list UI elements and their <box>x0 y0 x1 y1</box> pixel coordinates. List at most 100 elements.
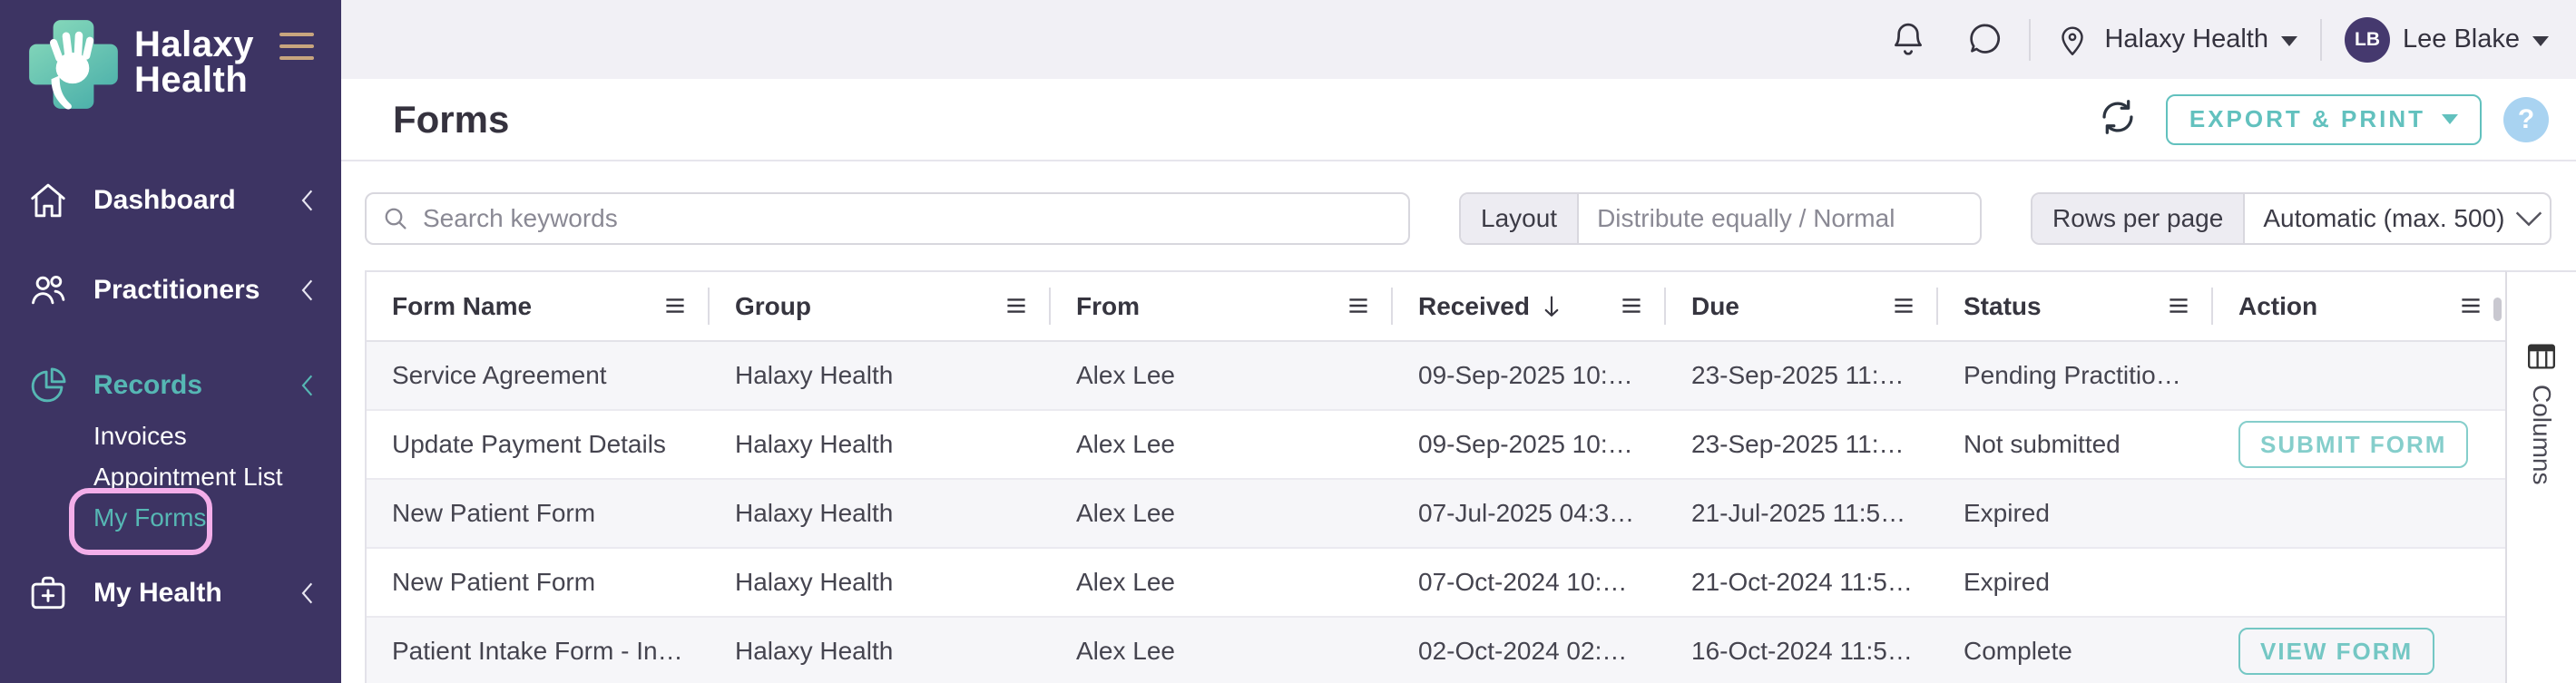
practice-selector[interactable]: Halaxy Health <box>2053 21 2297 59</box>
export-print-label: EXPORT & PRINT <box>2189 105 2425 133</box>
column-label: Received <box>1418 292 1530 321</box>
column-menu-icon[interactable] <box>1005 292 1027 321</box>
sidebar-item-label: Dashboard <box>93 185 299 216</box>
column-label: Action <box>2238 292 2317 321</box>
table-row[interactable]: Patient Intake Form - Initial C... Halax… <box>367 618 2505 683</box>
home-icon <box>27 180 69 221</box>
location-pin-icon <box>2053 21 2091 59</box>
cell-status: Complete <box>1938 637 2213 666</box>
search-input[interactable] <box>423 204 1394 233</box>
user-menu[interactable]: LB Lee Blake <box>2345 17 2549 63</box>
page-title: Forms <box>393 98 509 141</box>
cell-due: 16-Oct-2024 11:59 pm <box>1666 637 1938 666</box>
records-pie-icon <box>27 365 69 406</box>
cell-action: SUBMIT FORM <box>2213 421 2505 468</box>
cell-group: Halaxy Health <box>710 430 1051 459</box>
columns-grid-icon <box>2527 343 2556 370</box>
column-header-status[interactable]: Status <box>1938 272 2213 340</box>
export-print-button[interactable]: EXPORT & PRINT <box>2166 94 2482 145</box>
forms-table: Form Name Group From Received Due <box>365 270 2505 683</box>
column-menu-icon[interactable] <box>1621 292 1642 321</box>
practitioners-people-icon <box>27 269 69 311</box>
column-menu-icon[interactable] <box>2168 292 2189 321</box>
cell-from: Alex Lee <box>1051 499 1393 528</box>
sidebar-item-label: Appointment List <box>93 463 283 492</box>
chevron-left-icon <box>299 373 314 398</box>
column-menu-icon[interactable] <box>2460 292 2482 321</box>
columns-rail-toggle[interactable]: Columns <box>2505 270 2576 683</box>
column-label: Form Name <box>392 292 532 321</box>
column-header-group[interactable]: Group <box>710 272 1051 340</box>
column-header-action[interactable]: Action <box>2213 272 2505 340</box>
sidebar-item-dashboard[interactable]: Dashboard <box>0 174 341 227</box>
halaxy-logo-icon[interactable] <box>22 13 125 116</box>
column-menu-icon[interactable] <box>1893 292 1915 321</box>
table-row[interactable]: New Patient Form Halaxy Health Alex Lee … <box>367 549 2505 618</box>
brand-name: Halaxy Health <box>134 27 254 98</box>
header-actions: EXPORT & PRINT ? <box>2097 94 2549 145</box>
layout-input[interactable] <box>1597 204 1962 233</box>
topbar-divider <box>2029 19 2031 61</box>
layout-label: Layout <box>1461 194 1579 243</box>
column-label: Due <box>1691 292 1739 321</box>
layout-control: Layout <box>1459 192 1982 245</box>
refresh-icon[interactable] <box>2097 96 2139 142</box>
sidebar-item-records[interactable]: Records <box>0 359 341 412</box>
sidebar-item-label: My Forms <box>93 503 206 532</box>
column-label: Status <box>1964 292 2042 321</box>
cell-form-name: Update Payment Details <box>367 430 710 459</box>
column-menu-icon[interactable] <box>1347 292 1369 321</box>
chevron-down-icon <box>2281 36 2297 46</box>
sidebar-item-my-health[interactable]: My Health <box>0 567 341 620</box>
view-form-button[interactable]: VIEW FORM <box>2238 628 2434 675</box>
sidebar-item-appointment-list[interactable]: Appointment List <box>0 456 341 497</box>
table-row[interactable]: Update Payment Details Halaxy Health Ale… <box>367 411 2505 480</box>
brand-block: Halaxy Health <box>0 0 341 116</box>
rows-per-page-value: Automatic (max. 500) <box>2263 204 2504 233</box>
cell-due: 23-Sep-2025 11:59 pm <box>1666 430 1938 459</box>
search-box <box>365 192 1410 245</box>
main-area: Halaxy Health LB Lee Blake Forms EXPORT … <box>341 0 2576 683</box>
chevron-left-icon <box>299 278 314 303</box>
sidebar-item-label: Practitioners <box>93 275 299 306</box>
cell-due: 23-Sep-2025 11:59 pm <box>1666 361 1938 390</box>
sort-desc-arrow-icon <box>1543 294 1561 319</box>
cell-from: Alex Lee <box>1051 637 1393 666</box>
table-controls: Layout Rows per page Automatic (max. 500… <box>341 161 2576 270</box>
rows-per-page-control[interactable]: Rows per page Automatic (max. 500) <box>2031 192 2552 245</box>
chevron-left-icon <box>299 188 314 213</box>
cell-from: Alex Lee <box>1051 430 1393 459</box>
sidebar-item-invoices[interactable]: Invoices <box>0 415 341 456</box>
table-row[interactable]: New Patient Form Halaxy Health Alex Lee … <box>367 480 2505 549</box>
cell-status: Pending Practitioner <box>1938 361 2213 390</box>
rows-per-page-label: Rows per page <box>2032 194 2245 243</box>
column-header-form-name[interactable]: Form Name <box>367 272 710 340</box>
column-header-received[interactable]: Received <box>1393 272 1666 340</box>
practice-name: Halaxy Health <box>2104 24 2268 54</box>
cell-form-name: Patient Intake Form - Initial C... <box>367 637 710 666</box>
notifications-bell-icon[interactable] <box>1887 19 1929 61</box>
cell-from: Alex Lee <box>1051 361 1393 390</box>
hamburger-menu-icon[interactable] <box>279 33 314 60</box>
cell-received: 09-Sep-2025 10:42 am <box>1393 361 1666 390</box>
column-header-due[interactable]: Due <box>1666 272 1938 340</box>
chevron-down-icon <box>2442 114 2458 124</box>
help-button[interactable]: ? <box>2503 97 2549 142</box>
search-icon <box>381 204 410 233</box>
table-scrollbar-thumb[interactable] <box>2493 298 2502 321</box>
sidebar-item-practitioners[interactable]: Practitioners <box>0 264 341 317</box>
avatar: LB <box>2345 17 2390 63</box>
sidebar-item-label: Invoices <box>93 422 187 451</box>
submit-form-button[interactable]: SUBMIT FORM <box>2238 421 2468 468</box>
column-header-from[interactable]: From <box>1051 272 1393 340</box>
cell-form-name: New Patient Form <box>367 568 710 597</box>
messages-chat-icon[interactable] <box>1964 19 2006 61</box>
column-menu-icon[interactable] <box>664 292 686 321</box>
cell-group: Halaxy Health <box>710 361 1051 390</box>
sidebar: Halaxy Health Dashboard Practitioners <box>0 0 341 683</box>
topbar: Halaxy Health LB Lee Blake <box>341 0 2576 79</box>
cell-received: 09-Sep-2025 10:37 am <box>1393 430 1666 459</box>
cell-received: 02-Oct-2024 02:39 pm <box>1393 637 1666 666</box>
table-row[interactable]: Service Agreement Halaxy Health Alex Lee… <box>367 342 2505 411</box>
sidebar-item-my-forms[interactable]: My Forms <box>0 497 341 538</box>
